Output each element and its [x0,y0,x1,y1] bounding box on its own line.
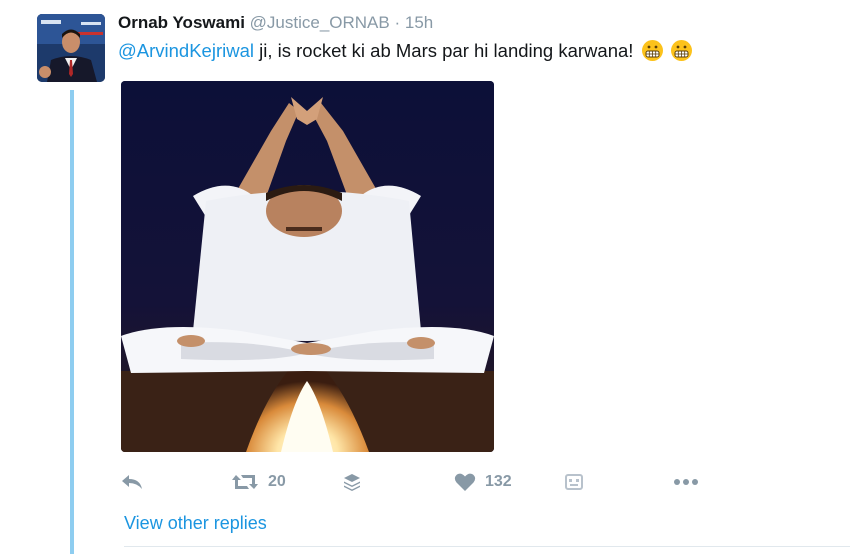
header-separator: · [394,13,401,32]
view-other-replies-link[interactable]: View other replies [124,513,267,534]
avatar-photo [37,14,105,82]
tweet-actions: 20 132 [118,468,718,496]
display-name[interactable]: Ornab Yoswami [118,13,245,32]
like-button[interactable]: 132 [454,468,512,496]
grimacing-face-emoji-icon [670,40,692,61]
meditating-man-rocket-image [121,81,494,452]
tweet-timestamp[interactable]: 15h [405,13,433,32]
retweet-count: 20 [268,473,286,490]
tweet-text: @ArvindKejriwal ji, is rocket ki ab Mars… [118,40,692,62]
more-options-button[interactable] [673,468,699,496]
thread-connector-line [70,90,74,554]
retweet-button[interactable]: 20 [231,468,286,496]
user-handle[interactable]: @Justice_ORNAB [250,13,390,32]
avatar[interactable] [37,14,105,82]
robot-icon [565,474,583,490]
tweet-body: ji, is rocket ki ab Mars par hi landing … [254,40,634,61]
retweet-icon [232,475,258,489]
ellipsis-icon [674,479,698,485]
reply-button[interactable] [120,468,144,496]
tweet: Ornab Yoswami @Justice_ORNAB · 15h @Arvi… [0,0,850,554]
heart-icon [454,473,476,491]
tweet-header: Ornab Yoswami @Justice_ORNAB · 15h [118,13,433,33]
grimacing-face-emoji-icon [641,40,663,61]
robot-button[interactable] [564,468,584,496]
divider [124,546,850,547]
layers-icon [344,474,360,491]
like-count: 132 [485,473,512,490]
stack-button[interactable] [342,468,362,496]
reply-icon [122,475,142,489]
tweet-media-image[interactable] [121,81,494,452]
mention-link[interactable]: @ArvindKejriwal [118,40,254,61]
